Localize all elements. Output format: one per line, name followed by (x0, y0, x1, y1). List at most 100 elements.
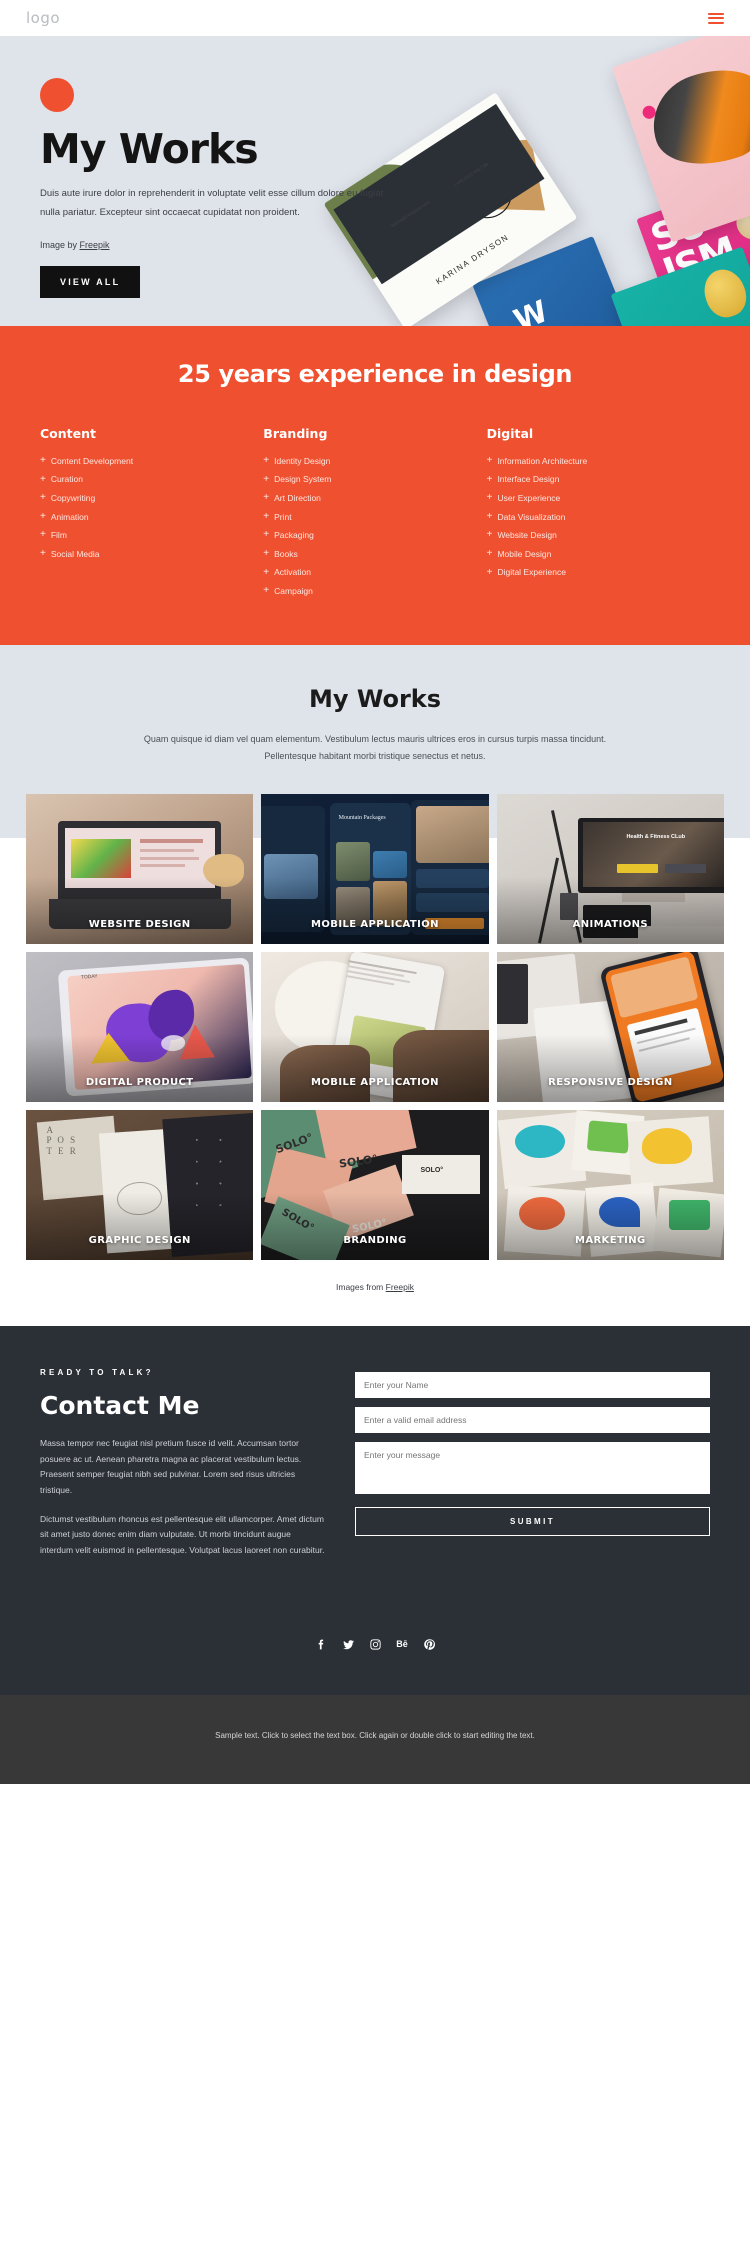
work-tile-animations[interactable]: Health & Fitness CLub ANIMATIONS (496, 793, 724, 944)
service-list-branding: + Identity Design + Design System + Art Dir… (263, 456, 486, 605)
list-item[interactable]: + User Experience (487, 493, 710, 512)
plus-icon: + (263, 585, 270, 597)
list-item[interactable]: + Identity Design (263, 456, 486, 475)
tile-label: DIGITAL PRODUCT (85, 1076, 194, 1088)
work-tile-website-design[interactable]: WEBSITE DESIGN (26, 793, 254, 944)
plus-icon: + (263, 473, 270, 485)
plus-icon: + (40, 455, 46, 466)
list-item-label: Data Visualization (497, 511, 566, 522)
plus-icon: + (263, 529, 270, 541)
view-all-button[interactable]: VIEW ALL (40, 266, 141, 299)
email-field[interactable] (355, 1406, 710, 1433)
plus-icon: + (263, 455, 270, 466)
pinterest-icon[interactable] (423, 1638, 436, 1651)
work-tile-marketing[interactable]: MARKETING (496, 1109, 724, 1260)
plus-icon: + (486, 455, 493, 466)
list-item[interactable]: + Print (263, 511, 486, 531)
credit-prefix: Image by (40, 240, 80, 251)
work-tile-graphic-design[interactable]: AP O ST E R GRAPHIC DESIGN (26, 1109, 254, 1260)
experience-column-digital: Digital + Information Architecture + Inter… (487, 426, 710, 605)
site-header: logo (0, 0, 750, 36)
submit-button[interactable]: SUBMIT (355, 1506, 710, 1536)
hamburger-icon[interactable] (708, 12, 724, 24)
column-title: Digital (486, 426, 534, 441)
column-title: Content (40, 426, 96, 441)
service-list-digital: + Information Architecture + Interface Des… (487, 456, 710, 586)
plus-icon: + (40, 547, 46, 559)
list-item-label: Website Design (497, 530, 557, 541)
credit-link[interactable]: Freepik (80, 240, 110, 250)
message-field[interactable] (355, 1441, 710, 1494)
work-tile-mobile-application-1[interactable]: Mountain Packages MOBILE APPLICATION (261, 793, 489, 944)
collage-card-pink (611, 36, 750, 243)
plus-icon: + (40, 492, 46, 504)
plus-icon: + (486, 529, 493, 541)
hamburger-bar (708, 17, 724, 19)
work-tile-responsive-design[interactable]: RESPONSIVE DESIGN (496, 951, 724, 1102)
contact-paragraph-2: Dictumst vestibulum rhoncus est pellente… (40, 1513, 325, 1556)
contact-heading: Contact Me (40, 1390, 200, 1420)
site-logo[interactable]: logo (26, 9, 60, 27)
list-item-label: Identity Design (274, 455, 331, 466)
list-item[interactable]: + Activation (263, 567, 486, 587)
list-item-label: Art Direction (274, 492, 321, 503)
list-item[interactable]: + Content Development (40, 456, 263, 475)
plus-icon: + (486, 566, 493, 578)
plus-icon: + (486, 547, 493, 559)
list-item-label: Books (274, 548, 298, 559)
service-list-content: + Content Development + Curation + Copywrit… (40, 456, 263, 568)
list-item[interactable]: + Animation (40, 510, 263, 531)
accent-dot (40, 78, 74, 112)
list-item-label: Information Architecture (497, 455, 588, 466)
list-item[interactable]: + Packaging (263, 530, 486, 549)
list-item[interactable]: + Art Direction (263, 493, 486, 512)
hero-collage: SU ISM W karina@company.com (+44) 0123 4… (323, 36, 750, 326)
plus-icon: + (486, 510, 493, 522)
work-tile-digital-product[interactable]: TODAY DIGITAL PRODUCT (26, 951, 254, 1102)
facebook-icon[interactable] (315, 1638, 328, 1651)
tile-label: WEBSITE DESIGN (88, 918, 191, 930)
list-item-label: Packaging (274, 530, 314, 541)
plus-icon: + (40, 473, 46, 485)
works-heading: My Works (308, 684, 442, 713)
list-item[interactable]: + Social Media (40, 547, 263, 568)
tile-label: MOBILE APPLICATION (311, 1076, 439, 1088)
list-item[interactable]: + Film (40, 530, 263, 549)
list-item[interactable]: + Mobile Design (486, 547, 710, 568)
images-credit-link[interactable]: Freepik (386, 1282, 414, 1292)
plus-icon: + (40, 510, 46, 522)
hero-paragraph: Duis aute irure dolor in reprehenderit i… (40, 188, 384, 218)
works-section: My Works Quam quisque id diam vel quam e… (0, 644, 750, 766)
list-item[interactable]: + Website Design (487, 530, 710, 549)
list-item[interactable]: + Copywriting (40, 493, 263, 512)
experience-column-branding: Branding + Identity Design + Design System… (263, 426, 486, 605)
behance-icon[interactable]: Bē (396, 1638, 409, 1651)
tile-label: MARKETING (574, 1234, 646, 1246)
name-field[interactable] (355, 1371, 710, 1398)
list-item-label: Mobile Design (497, 548, 552, 559)
works-description: Quam quisque id diam vel quam elementum.… (143, 733, 607, 762)
footer-text: Sample text. Click to select the text bo… (215, 1730, 535, 1740)
list-item[interactable]: + Digital Experience (486, 566, 710, 587)
social-links-bar: Bē (0, 1611, 750, 1695)
list-item[interactable]: + Books (263, 548, 486, 568)
contact-info: READY TO TALK? Contact Me Massa tempor n… (40, 1368, 325, 1572)
page-title: My Works (40, 125, 259, 173)
work-tile-mobile-application-2[interactable]: MOBILE APPLICATION (261, 951, 489, 1102)
hero-image-credit: Image by Freepik (40, 240, 390, 250)
social-links: Bē (0, 1612, 750, 1651)
tile-label: ANIMATIONS (572, 918, 648, 930)
list-item[interactable]: + Campaign (263, 586, 486, 605)
hero-content: My Works Duis aute irure dolor in repreh… (0, 36, 390, 299)
list-item[interactable]: + Curation (40, 473, 263, 494)
twitter-icon[interactable] (342, 1638, 355, 1651)
list-item[interactable]: + Information Architecture (487, 456, 710, 475)
list-item[interactable]: + Data Visualization (486, 510, 710, 531)
instagram-icon[interactable] (369, 1638, 382, 1651)
list-item[interactable]: + Interface Design (487, 474, 710, 494)
tile-label: MOBILE APPLICATION (311, 918, 439, 930)
plus-icon: + (486, 492, 493, 504)
site-footer: Sample text. Click to select the text bo… (0, 1694, 750, 1784)
list-item[interactable]: + Design System (263, 473, 486, 494)
work-tile-branding[interactable]: SOLO° SOLO° SOLO° SOLO° SOLO° BRANDING (261, 1109, 489, 1260)
